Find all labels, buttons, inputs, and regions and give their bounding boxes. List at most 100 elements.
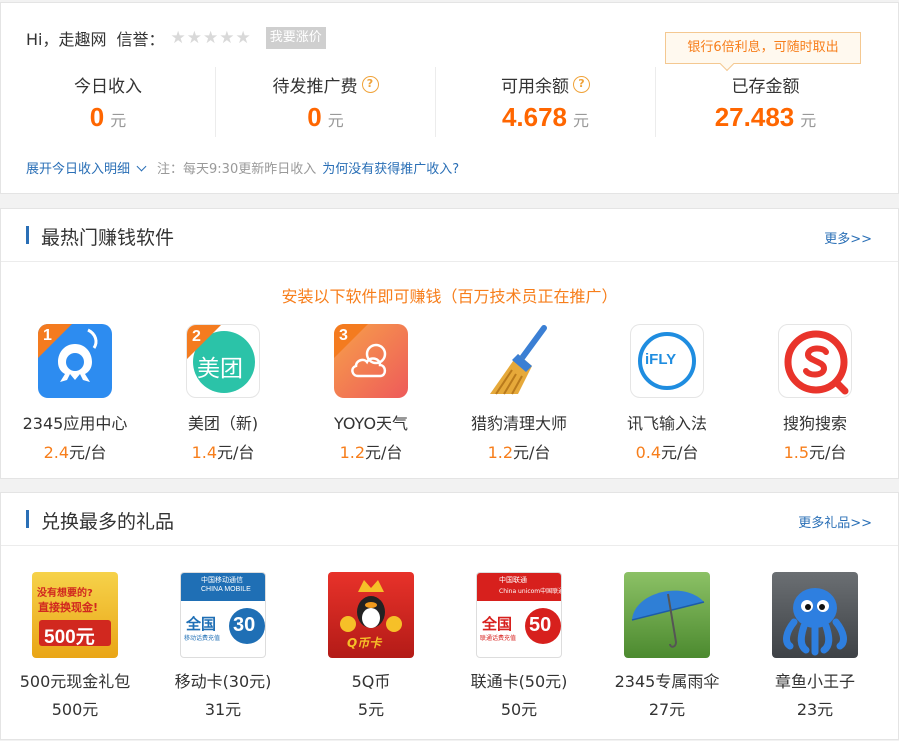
gift-item[interactable]: 章鱼小王子 23元 bbox=[741, 572, 889, 720]
gift-item[interactable]: Q币卡 5Q币 5元 bbox=[297, 572, 445, 720]
weather-icon[interactable]: 3 bbox=[334, 324, 408, 398]
section-header: 兑换最多的礼品 更多礼品>> bbox=[1, 493, 898, 546]
income-detail-row: 展开今日收入明细 注：每天9:30更新昨日收入 为何没有获得推广收入? bbox=[26, 158, 459, 177]
app-item[interactable]: 3 YOYO天气 1.2元/台 bbox=[297, 324, 445, 463]
gift-price: 27元 bbox=[648, 700, 686, 719]
ifly-icon-text: iFLY bbox=[645, 351, 677, 368]
stat-label: 今日收入 bbox=[74, 76, 142, 97]
gift-name[interactable]: 章鱼小王子 bbox=[741, 668, 889, 692]
mobile-card-line: 移动话费充值 bbox=[184, 635, 221, 642]
gift-item[interactable]: 中国联通 China unicom中国联通 全国 联通话费充值 50 联通卡(5… bbox=[445, 572, 593, 720]
stat-label: 待发推广费 bbox=[272, 76, 358, 97]
sogou-icon[interactable] bbox=[778, 324, 852, 398]
gift-price: 500元 bbox=[51, 700, 99, 719]
gift-price: 50元 bbox=[500, 700, 538, 719]
credit-stars: ★ ★ ★ ★ ★ bbox=[171, 29, 252, 47]
cash-icon-line: 没有想要的? bbox=[37, 588, 93, 599]
app-name[interactable]: YOYO天气 bbox=[297, 410, 445, 434]
gift-name[interactable]: 移动卡(30元) bbox=[149, 668, 297, 692]
mobile-card-line: CHINA MOBILE bbox=[201, 586, 251, 593]
unicom-card-icon[interactable]: 中国联通 China unicom中国联通 全国 联通话费充值 50 bbox=[476, 572, 562, 658]
octopus-plush-icon[interactable] bbox=[772, 572, 858, 658]
gift-item[interactable]: 没有想要的? 直接换现金! 500元 500元现金礼包 500元 bbox=[1, 572, 149, 720]
app-price: 1.2 bbox=[339, 443, 366, 462]
gift-name[interactable]: 2345专属雨伞 bbox=[593, 668, 741, 692]
gift-name[interactable]: 5Q币 bbox=[297, 668, 445, 692]
stat-unit: 元 bbox=[327, 111, 344, 130]
app-price-unit: 元/台 bbox=[661, 443, 699, 462]
raise-price-button[interactable]: 我要涨价 bbox=[265, 27, 326, 49]
gift-price: 5元 bbox=[357, 700, 385, 719]
app-item[interactable]: 猎豹清理大师 1.2元/台 bbox=[445, 324, 593, 463]
help-icon[interactable]: ? bbox=[573, 75, 590, 93]
help-icon[interactable]: ? bbox=[361, 75, 379, 93]
app-price-unit: 元/台 bbox=[69, 443, 107, 462]
app-price: 2.4 bbox=[43, 443, 70, 462]
more-gifts-link[interactable]: 更多礼品>> bbox=[798, 512, 872, 531]
app-price-unit: 元/台 bbox=[809, 443, 847, 462]
app-price-unit: 元/台 bbox=[217, 443, 255, 462]
gift-item[interactable]: 中国移动通信 CHINA MOBILE 全国 移动话费充值 30 移动卡(30元… bbox=[149, 572, 297, 720]
gift-price: 23元 bbox=[796, 700, 834, 719]
gifts-panel: 兑换最多的礼品 更多礼品>> 没有想要的? 直接换现金! 500元 500元现金… bbox=[0, 492, 899, 740]
more-apps-link[interactable]: 更多>> bbox=[824, 228, 872, 247]
mobile-card-icon[interactable]: 中国移动通信 CHINA MOBILE 全国 移动话费充值 30 bbox=[180, 572, 266, 658]
chevron-down-icon[interactable] bbox=[136, 161, 147, 171]
gift-name[interactable]: 500元现金礼包 bbox=[1, 668, 149, 692]
unicom-card-line: 中国联通 bbox=[499, 576, 527, 584]
app-price-unit: 元/台 bbox=[365, 443, 403, 462]
app-name[interactable]: 搜狗搜索 bbox=[741, 410, 889, 434]
account-panel: Hi，走趣网 信誉： ★ ★ ★ ★ ★ 我要涨价 银行6倍利息，可随时取出 今日收入 … bbox=[0, 2, 899, 194]
why-no-income-link[interactable]: 为何没有获得推广收入? bbox=[322, 158, 459, 177]
stats-row: 今日收入 0元 待发推广费? 0元 可用余额? 4.678 元 已存金额 27.4… bbox=[1, 67, 899, 137]
mobile-card-line: 中国移动通信 bbox=[201, 576, 243, 584]
stat-unit: 元 bbox=[800, 111, 817, 130]
cash-icon-line: 直接换现金! bbox=[38, 601, 99, 614]
app-name[interactable]: 2345应用中心 bbox=[1, 410, 149, 434]
star-icon: ★ bbox=[235, 28, 251, 48]
cash-gift-icon[interactable]: 没有想要的? 直接换现金! 500元 bbox=[32, 572, 118, 658]
app-item[interactable]: 1 2345应用中心 2.4元/台 bbox=[1, 324, 149, 463]
app-center-icon[interactable]: 1 bbox=[38, 324, 112, 398]
stat-saved-amount: 已存金额 27.483 元 bbox=[655, 67, 875, 137]
stat-unit: 元 bbox=[110, 111, 127, 130]
gift-price: 31元 bbox=[204, 700, 242, 719]
gift-name[interactable]: 联通卡(50元) bbox=[445, 668, 593, 692]
greeting-text: Hi，走趣网 bbox=[26, 30, 107, 49]
rank-number: 2 bbox=[192, 328, 201, 345]
stat-value: 4.678 bbox=[501, 102, 568, 132]
app-price: 1.4 bbox=[191, 443, 218, 462]
stat-label: 已存金额 bbox=[731, 76, 800, 97]
gifts-grid: 没有想要的? 直接换现金! 500元 500元现金礼包 500元 中国移动通信 … bbox=[1, 572, 898, 720]
expand-income-link[interactable]: 展开今日收入明细 bbox=[26, 158, 130, 177]
unicom-card-value: 50 bbox=[529, 614, 552, 636]
app-price: 1.2 bbox=[487, 443, 514, 462]
app-name[interactable]: 猎豹清理大师 bbox=[445, 410, 593, 434]
unicom-card-line: China unicom中国联通 bbox=[499, 588, 562, 595]
section-accent-bar bbox=[26, 510, 29, 528]
app-name[interactable]: 讯飞输入法 bbox=[593, 410, 741, 434]
meituan-icon[interactable]: 美团 2 bbox=[186, 324, 260, 398]
stat-unit: 元 bbox=[573, 111, 590, 130]
qcoin-icon[interactable]: Q币卡 bbox=[328, 572, 414, 658]
unicom-card-line: 全国 bbox=[482, 615, 513, 633]
app-name[interactable]: 美团（新) bbox=[149, 410, 297, 434]
broom-icon[interactable] bbox=[482, 324, 556, 398]
stat-pending-fee: 待发推广费? 0元 bbox=[215, 67, 435, 137]
app-item[interactable]: iFLY 讯飞输入法 0.4元/台 bbox=[593, 324, 741, 463]
app-price-unit: 元/台 bbox=[513, 443, 551, 462]
umbrella-icon[interactable] bbox=[624, 572, 710, 658]
ifly-icon[interactable]: iFLY bbox=[630, 324, 704, 398]
star-icon: ★ bbox=[219, 28, 235, 48]
apps-grid: 1 2345应用中心 2.4元/台 美团 2 美团（新) 1.4元/台 3 YO… bbox=[1, 324, 898, 463]
app-item[interactable]: 美团 2 美团（新) 1.4元/台 bbox=[149, 324, 297, 463]
gift-item[interactable]: 2345专属雨伞 27元 bbox=[593, 572, 741, 720]
star-icon: ★ bbox=[203, 28, 219, 48]
star-icon: ★ bbox=[186, 28, 202, 48]
greeting-row: Hi，走趣网 信誉： ★ ★ ★ ★ ★ 我要涨价 bbox=[26, 26, 326, 50]
stat-today-income: 今日收入 0元 bbox=[1, 67, 215, 137]
mobile-card-value: 30 bbox=[233, 614, 256, 636]
stat-value: 0 bbox=[307, 102, 322, 132]
app-item[interactable]: 搜狗搜索 1.5元/台 bbox=[741, 324, 889, 463]
section-header: 最热门赚钱软件 更多>> bbox=[1, 209, 898, 262]
